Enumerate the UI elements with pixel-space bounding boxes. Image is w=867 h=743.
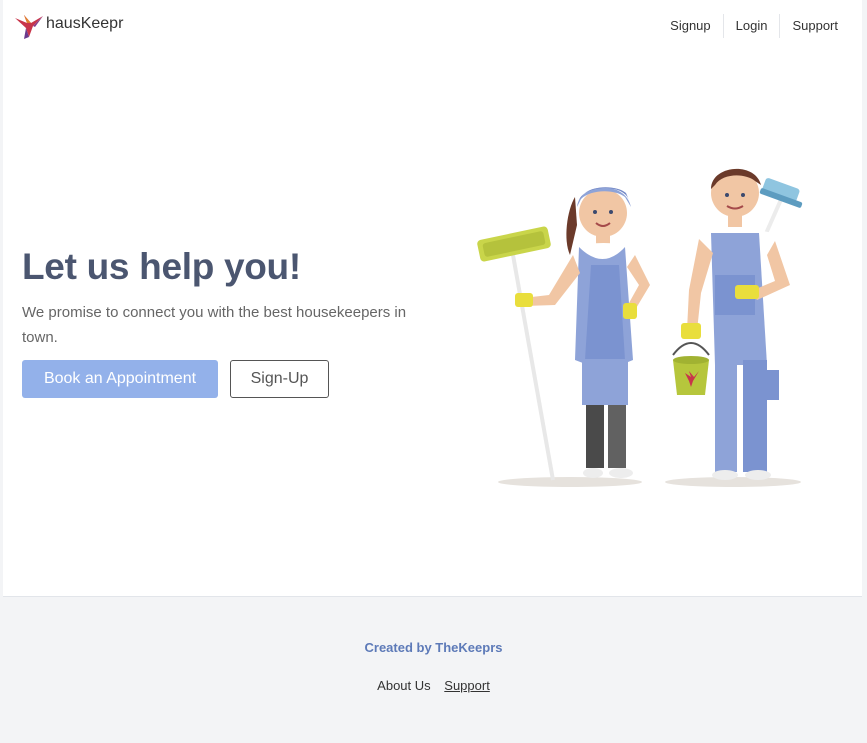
hummingbird-icon [15, 15, 43, 39]
housekeepers-illustration [477, 168, 803, 487]
footer: Created by TheKeeprs About Us Support [0, 597, 867, 743]
brand-name: hausKeepr [46, 15, 124, 32]
nav-signup-link[interactable]: Signup [658, 14, 722, 38]
mop-icon [477, 226, 555, 481]
hero-section: Let us help you! We promise to connect y… [22, 246, 442, 350]
shadow-left [498, 477, 642, 487]
brand[interactable]: hausKeepr [13, 12, 123, 40]
footer-support-link[interactable]: Support [444, 678, 490, 693]
hero-title: Let us help you! [22, 246, 301, 287]
footer-credit: Created by TheKeeprs [364, 640, 503, 655]
book-appointment-button[interactable]: Book an Appointment [22, 360, 218, 398]
nav-support-link[interactable]: Support [779, 14, 850, 38]
top-nav: Signup Login Support [658, 14, 850, 38]
footer-links: About Us Support [0, 678, 867, 693]
hero-subtitle: We promise to connect you with the best … [22, 304, 407, 346]
sign-up-button[interactable]: Sign-Up [230, 360, 329, 398]
hero-buttons: Book an Appointment Sign-Up [22, 360, 329, 398]
main-page: hausKeepr Signup Login Support Let us he… [3, 0, 862, 597]
footer-about-link[interactable]: About Us [377, 678, 430, 693]
nav-login-link[interactable]: Login [722, 14, 780, 38]
